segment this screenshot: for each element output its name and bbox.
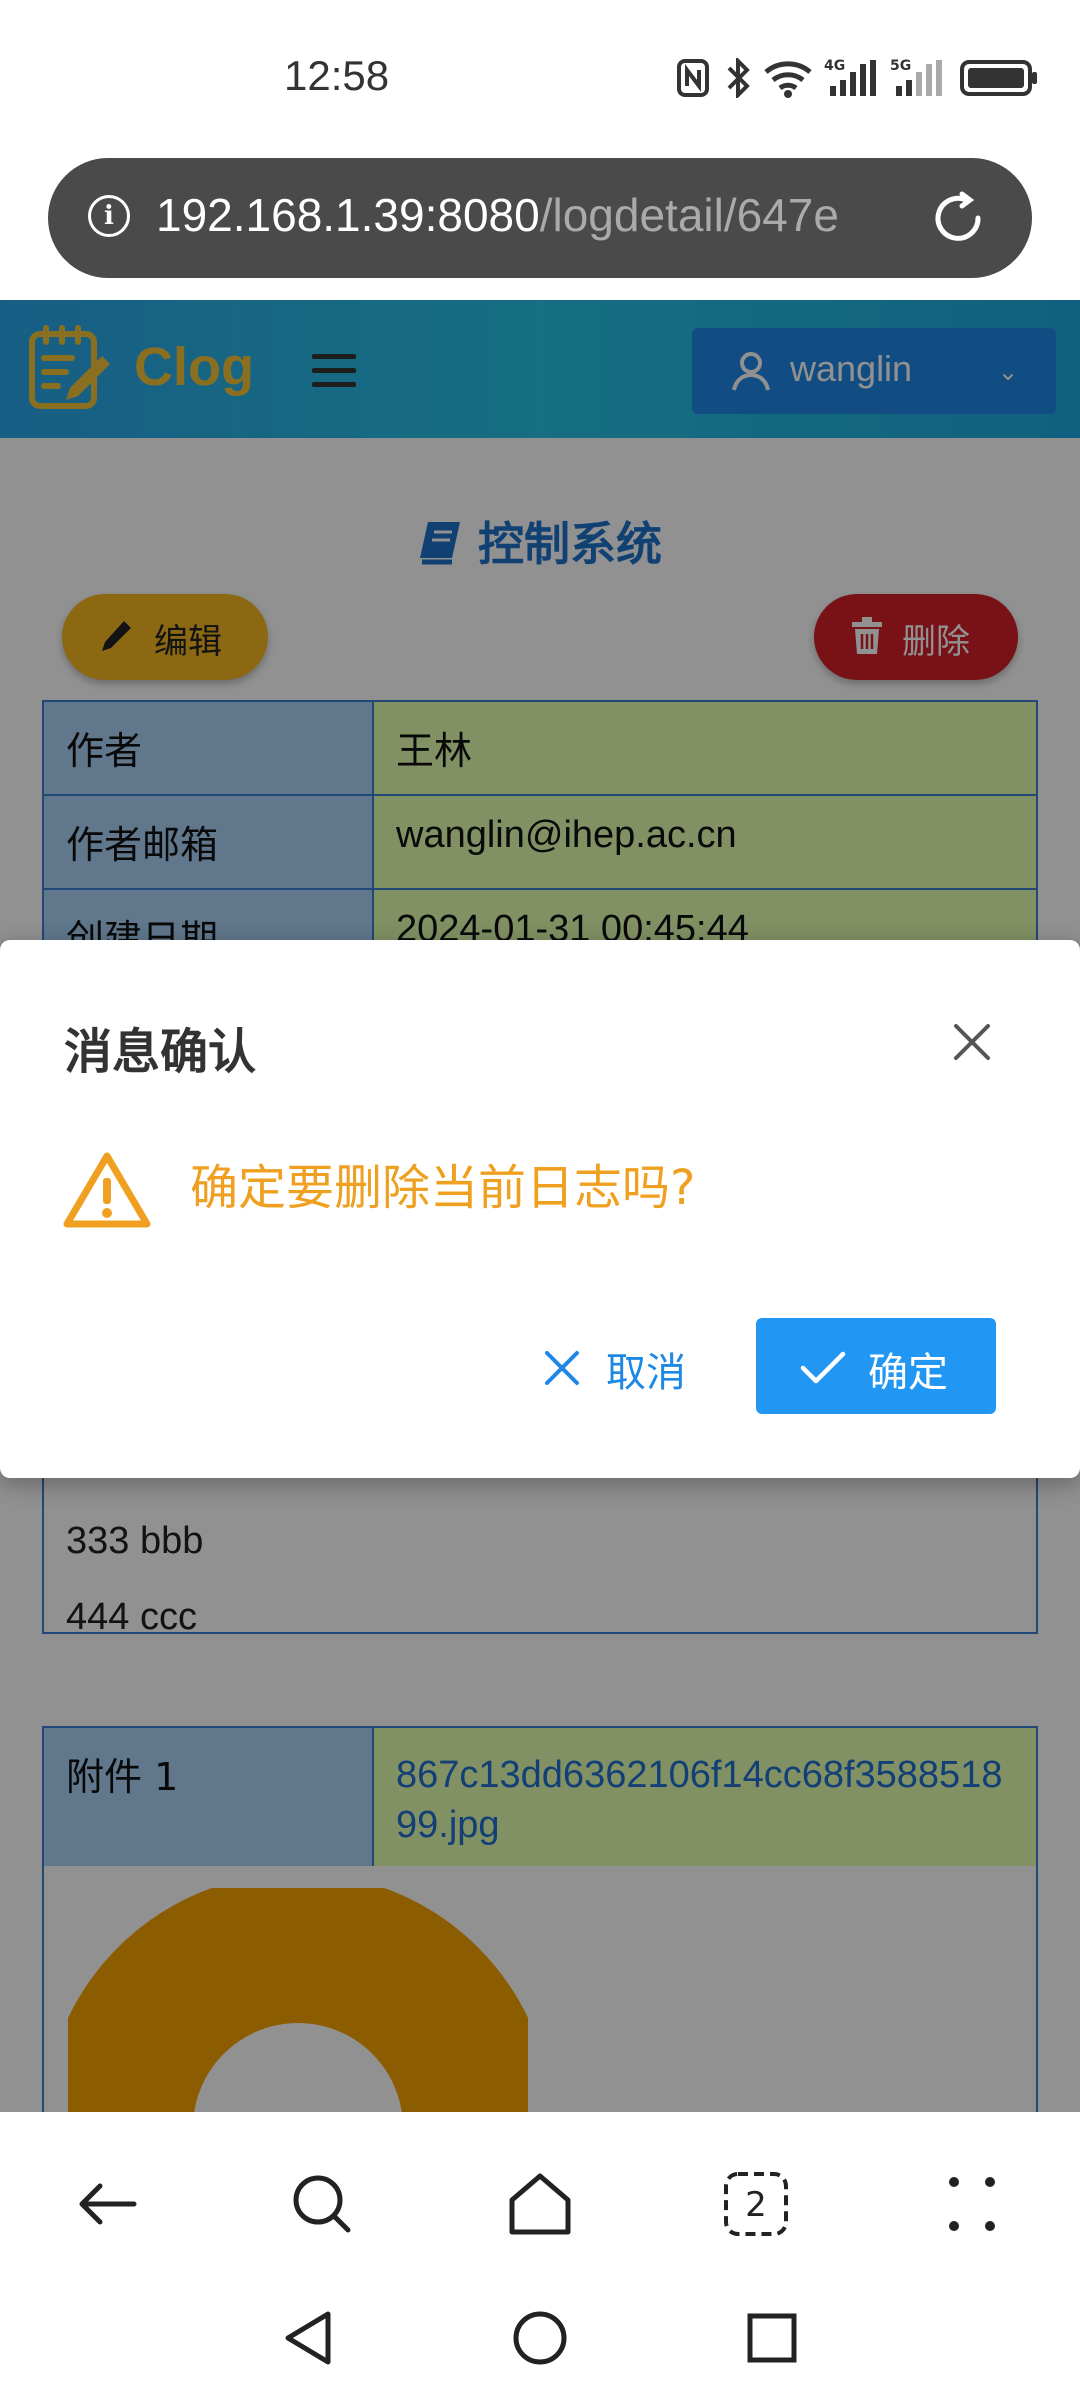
bluetooth-icon	[727, 58, 750, 98]
browser-toolbar: 2	[0, 2112, 1080, 2288]
svg-text:5G: 5G	[890, 58, 911, 74]
url-path: /logdetail/647e	[539, 189, 839, 241]
status-time: 12:58	[284, 52, 390, 99]
home-icon[interactable]	[504, 2168, 576, 2240]
wifi-icon	[764, 61, 812, 98]
tab-count: 2	[745, 2185, 767, 2225]
nav-recents-icon[interactable]	[744, 2308, 800, 2368]
dialog-message: 确定要删除当前日志吗?	[190, 1160, 696, 1216]
nfc-icon	[677, 59, 709, 97]
close-icon[interactable]	[952, 1022, 992, 1062]
system-nav-bar	[0, 2288, 1080, 2400]
signal-4g-icon: 4G	[824, 58, 876, 96]
battery-icon	[960, 60, 1037, 96]
url-text[interactable]: 192.168.1.39:8080/logdetail/647e	[156, 188, 936, 242]
reload-icon[interactable]	[928, 188, 988, 248]
nav-back-icon[interactable]	[280, 2308, 336, 2368]
signal-5g-icon: 5G	[890, 58, 942, 96]
confirm-button-label: 确定	[868, 1350, 948, 1396]
cancel-button-label: 取消	[606, 1350, 686, 1396]
tabs-icon[interactable]: 2	[720, 2168, 792, 2240]
site-info-icon[interactable]: i	[88, 195, 130, 237]
more-menu-icon[interactable]	[936, 2168, 1008, 2240]
address-bar[interactable]: i 192.168.1.39:8080/logdetail/647e	[48, 158, 1032, 278]
confirm-dialog: 消息确认 确定要删除当前日志吗? 取消 确定	[0, 940, 1080, 1478]
back-arrow-icon[interactable]	[72, 2168, 144, 2240]
check-icon	[800, 1351, 846, 1384]
dialog-title: 消息确认	[64, 1024, 257, 1080]
warning-icon	[63, 1152, 151, 1228]
close-icon	[545, 1351, 579, 1385]
url-host: 192.168.1.39:8080	[156, 189, 540, 241]
search-icon[interactable]	[286, 2168, 358, 2240]
status-bar: 12:58 4G 5G	[0, 0, 1080, 150]
nav-home-icon[interactable]	[510, 2308, 570, 2368]
cancel-button[interactable]: 取消	[530, 1318, 710, 1414]
svg-text:4G: 4G	[824, 58, 845, 74]
confirm-button[interactable]: 确定	[756, 1318, 996, 1414]
